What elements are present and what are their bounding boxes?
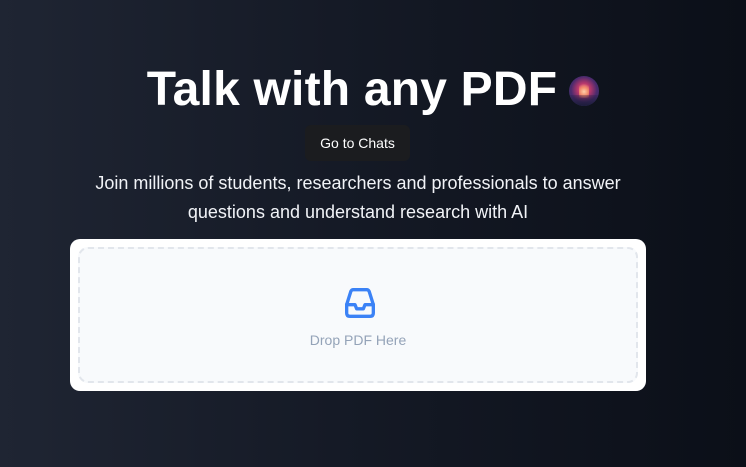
drop-pdf-label: Drop PDF Here [309, 332, 407, 348]
title-row: Talk with any PDF [0, 62, 746, 118]
hero-section: Talk with any PDF Go to Chats Join milli… [0, 0, 746, 467]
hero-subtitle: Join millions of students, researchers a… [95, 173, 621, 222]
user-avatar[interactable] [569, 76, 600, 106]
upload-card: Drop PDF Here [70, 239, 646, 391]
go-to-chats-button[interactable]: Go to Chats [305, 125, 410, 161]
pdf-dropzone[interactable]: Drop PDF Here [78, 247, 638, 383]
inbox-icon [345, 288, 375, 318]
page-title: Talk with any PDF [146, 63, 558, 116]
